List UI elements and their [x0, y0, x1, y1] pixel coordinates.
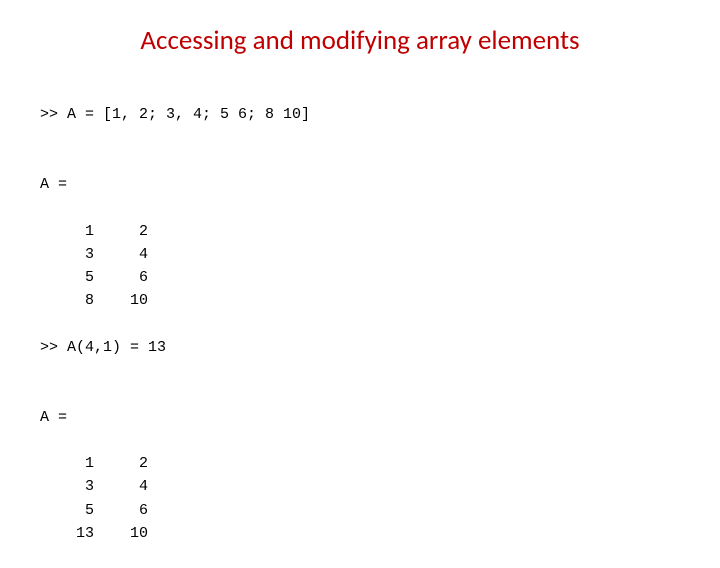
- code-block: >> A = [1, 2; 3, 4; 5 6; 8 10] A = 1 2 3…: [40, 80, 310, 568]
- code-input-2: >> A(4,1) = 13: [40, 339, 166, 356]
- matrix-a: 1 2 3 4 5 6 8 10: [40, 220, 148, 313]
- slide: Accessing and modifying array elements >…: [0, 0, 720, 540]
- result-label-2: A =: [40, 409, 67, 426]
- matrix-b: 1 2 3 4 5 6 13 10: [40, 452, 148, 545]
- slide-title: Accessing and modifying array elements: [0, 24, 720, 57]
- code-input-1: >> A = [1, 2; 3, 4; 5 6; 8 10]: [40, 106, 310, 123]
- result-label-1: A =: [40, 176, 67, 193]
